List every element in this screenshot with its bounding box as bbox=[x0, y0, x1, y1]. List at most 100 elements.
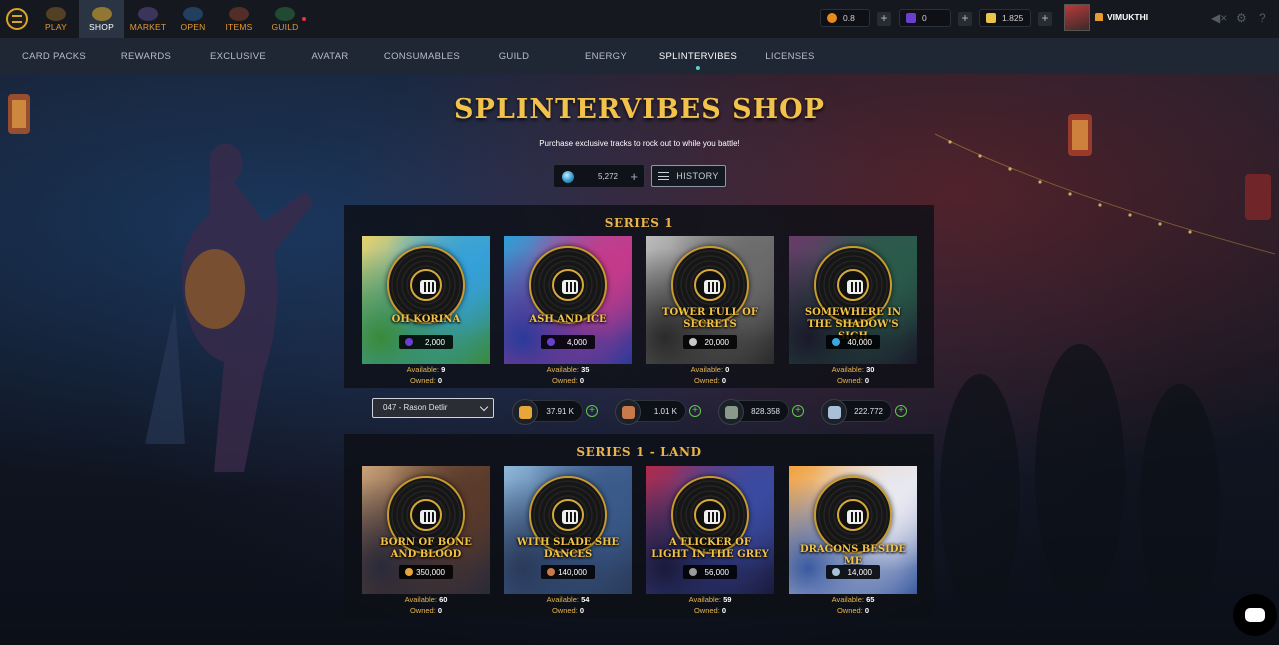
nav-items[interactable]: ITEMS bbox=[224, 0, 254, 38]
owned-count: 0 bbox=[864, 605, 870, 615]
list-icon bbox=[658, 172, 670, 180]
user-menu[interactable]: VIMUKTHI bbox=[1095, 12, 1148, 22]
add-balance-button[interactable]: + bbox=[630, 169, 638, 184]
track-price[interactable]: 2,000 bbox=[399, 335, 453, 349]
splinterlands-logo-icon[interactable] bbox=[6, 8, 28, 30]
tab-guild[interactable]: GUILD bbox=[499, 51, 530, 62]
add-iron-button[interactable]: + bbox=[895, 405, 907, 417]
wood-resource: 1.01 K + bbox=[615, 399, 701, 425]
track-price[interactable]: 56,000 bbox=[683, 565, 737, 579]
help-icon[interactable]: ? bbox=[1259, 11, 1266, 25]
tab-rewards[interactable]: REWARDS bbox=[121, 51, 171, 62]
vinyl-record-icon bbox=[387, 246, 465, 324]
tab-card-packs[interactable]: CARD PACKS bbox=[22, 51, 86, 62]
track-price-value: 14,000 bbox=[847, 567, 872, 577]
track-price[interactable]: 4,000 bbox=[541, 335, 595, 349]
add-stone-button[interactable]: + bbox=[792, 405, 804, 417]
tab-splintervibes[interactable]: SPLINTERVIBES bbox=[658, 51, 738, 70]
track-title: Oh Korina bbox=[391, 314, 461, 325]
track-card[interactable]: Oh Korina 2,000 bbox=[362, 236, 490, 364]
track-card[interactable]: With Slade She Dances 140,000 bbox=[504, 466, 632, 594]
currency-icon bbox=[405, 568, 413, 576]
stone-value: 828.358 bbox=[751, 407, 780, 416]
available-count: 59 bbox=[723, 595, 732, 604]
track-availability: Available: 59 Owned: 0 bbox=[646, 595, 774, 616]
nav-guild[interactable]: GUILD bbox=[270, 0, 306, 38]
dec-value: 0.8 bbox=[843, 13, 855, 23]
guild-icon bbox=[275, 6, 295, 21]
nav-shop[interactable]: SHOP bbox=[79, 0, 124, 38]
track-card[interactable]: A Flicker of Light in the Grey 56,000 bbox=[646, 466, 774, 594]
sound-mute-icon[interactable]: ◀× bbox=[1211, 11, 1227, 25]
track-price-value: 140,000 bbox=[558, 567, 587, 577]
owned-label: Owned: bbox=[409, 605, 436, 615]
track-card[interactable]: Ash and Ice 4,000 bbox=[504, 236, 632, 364]
available-label: Available: bbox=[546, 365, 579, 374]
chat-icon bbox=[1245, 608, 1265, 622]
currency-icon bbox=[405, 338, 413, 346]
voucher-value: 0 bbox=[922, 13, 927, 23]
market-icon bbox=[138, 6, 158, 21]
gear-icon[interactable]: ⚙ bbox=[1236, 11, 1247, 25]
owned-label: Owned: bbox=[693, 605, 720, 615]
track-availability: Available: 0 Owned: 0 bbox=[646, 365, 774, 386]
owned-label: Owned: bbox=[836, 375, 863, 385]
track-price-value: 2,000 bbox=[424, 337, 445, 347]
track-price[interactable]: 40,000 bbox=[826, 335, 880, 349]
credits-value: 1.825 bbox=[1002, 13, 1024, 23]
nav-market-label: MARKET bbox=[129, 21, 167, 32]
tab-consumables[interactable]: CONSUMABLES bbox=[384, 51, 460, 62]
add-credits-button[interactable]: + bbox=[1038, 12, 1052, 26]
nav-open[interactable]: OPEN bbox=[178, 0, 208, 38]
track-title: Born of Bone and Blood bbox=[380, 537, 472, 560]
track-price[interactable]: 20,000 bbox=[683, 335, 737, 349]
nav-market[interactable]: MARKET bbox=[129, 0, 167, 38]
track-card[interactable]: Dragons Beside Me 14,000 bbox=[789, 466, 917, 594]
add-dec-button[interactable]: + bbox=[877, 12, 891, 26]
history-label: HISTORY bbox=[676, 171, 719, 181]
voucher-balance: 0 + bbox=[899, 9, 972, 27]
track-title: Ash and Ice bbox=[529, 314, 607, 325]
credits-balance: 1.825 + bbox=[979, 9, 1052, 27]
avatar[interactable] bbox=[1064, 4, 1090, 31]
play-icon bbox=[46, 6, 66, 21]
tab-licenses[interactable]: LICENSES bbox=[765, 51, 814, 62]
track-card[interactable]: Somewhere in the Shadow's Sigh40,000 bbox=[789, 236, 917, 364]
tab-exclusive[interactable]: EXCLUSIVE bbox=[210, 51, 266, 62]
open-icon bbox=[183, 6, 203, 21]
available-label: Available: bbox=[831, 595, 864, 604]
nav-shop-label: SHOP bbox=[89, 21, 114, 32]
tab-splintervibes-label: SPLINTERVIBES bbox=[658, 51, 738, 62]
owned-label: Owned: bbox=[836, 605, 863, 615]
nav-play-label: PLAY bbox=[45, 21, 67, 32]
available-label: Available: bbox=[688, 595, 721, 604]
track-price[interactable]: 14,000 bbox=[826, 565, 880, 579]
owned-label: Owned: bbox=[409, 375, 436, 385]
user-icon bbox=[1095, 13, 1103, 21]
grain-icon bbox=[512, 399, 538, 425]
land-plot-select[interactable]: 047 - Rason Detlir bbox=[372, 398, 494, 418]
chat-button[interactable] bbox=[1233, 594, 1277, 636]
add-wood-button[interactable]: + bbox=[689, 405, 701, 417]
owned-count: 0 bbox=[437, 375, 443, 385]
add-voucher-button[interactable]: + bbox=[958, 12, 972, 26]
track-price[interactable]: 140,000 bbox=[541, 565, 595, 579]
tab-avatar[interactable]: AVATAR bbox=[312, 51, 349, 62]
history-button[interactable]: HISTORY bbox=[651, 165, 726, 187]
add-grain-button[interactable]: + bbox=[586, 405, 598, 417]
grain-resource: 37.91 K + bbox=[512, 399, 598, 425]
land-plot-value: 047 - Rason Detlir bbox=[383, 403, 448, 412]
track-card[interactable]: Born of Bone and Blood 350,000 bbox=[362, 466, 490, 594]
currency-icon bbox=[547, 568, 555, 576]
owned-count: 0 bbox=[579, 375, 585, 385]
nav-items-label: ITEMS bbox=[225, 21, 253, 32]
stone-icon bbox=[718, 399, 744, 425]
track-price[interactable]: 350,000 bbox=[399, 565, 453, 579]
track-card[interactable]: Tower Full of Secrets 20,000 bbox=[646, 236, 774, 364]
owned-label: Owned: bbox=[693, 375, 720, 385]
currency-icon bbox=[689, 338, 697, 346]
available-label: Available: bbox=[546, 595, 579, 604]
tab-energy[interactable]: ENERGY bbox=[585, 51, 627, 62]
owned-count: 0 bbox=[721, 605, 727, 615]
nav-play[interactable]: PLAY bbox=[40, 0, 72, 38]
